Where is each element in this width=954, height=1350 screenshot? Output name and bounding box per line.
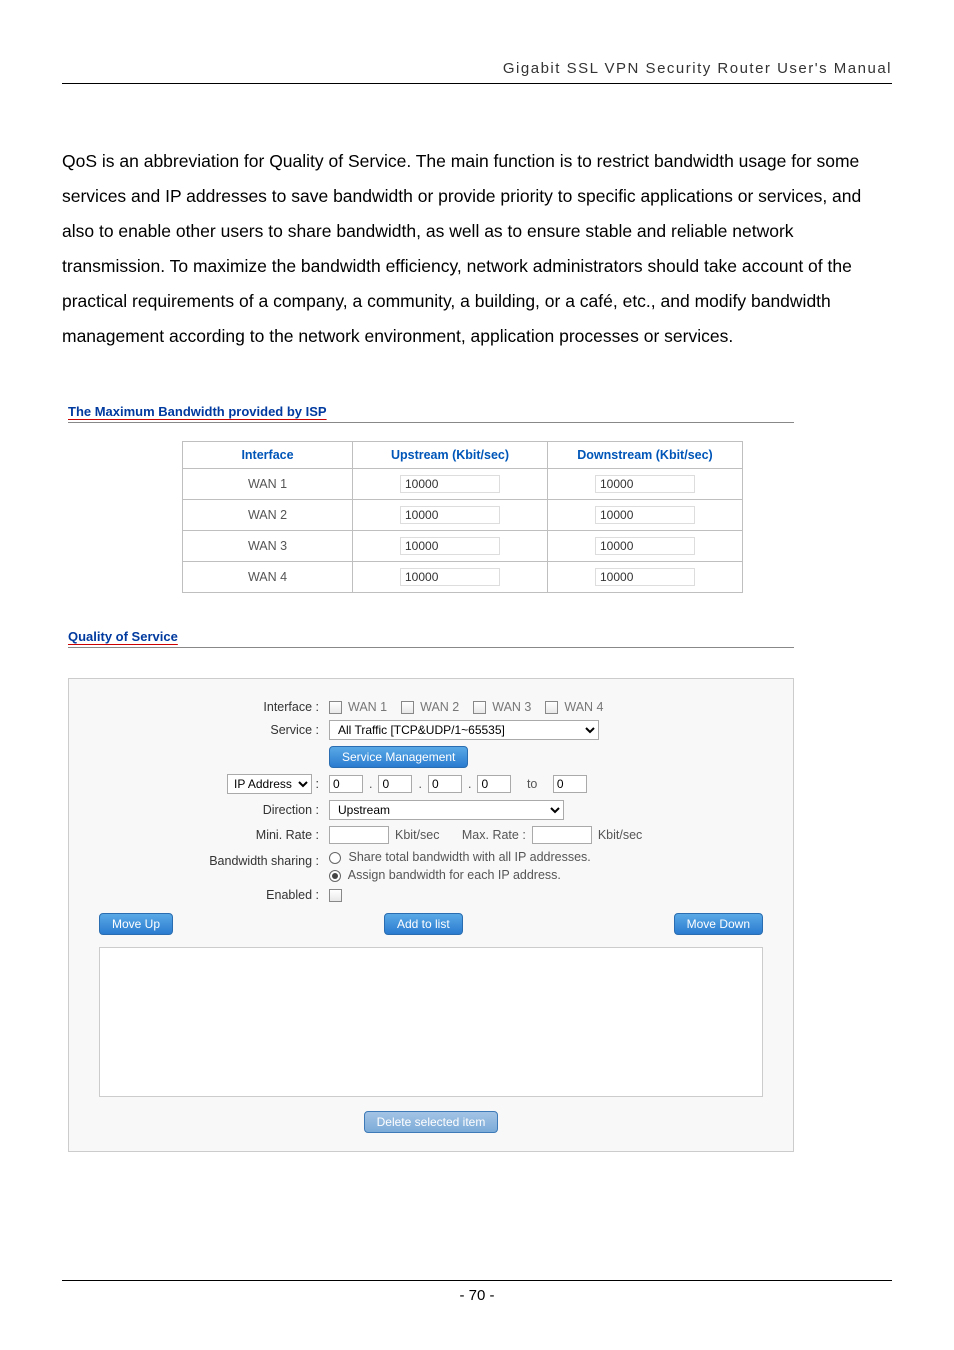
cell-interface: WAN 1 — [183, 469, 353, 500]
wan3-label: WAN 3 — [492, 700, 531, 714]
label-direction: Direction : — [69, 803, 329, 817]
cell-downstream: 10000 — [548, 469, 743, 500]
max-rate-unit: Kbit/sec — [598, 828, 642, 842]
sharing-share-radio[interactable] — [329, 852, 341, 864]
cell-downstream: 10000 — [548, 500, 743, 531]
label-ip: IP Address : — [69, 774, 329, 794]
cell-upstream: 10000 — [353, 562, 548, 593]
dot-separator: . — [418, 777, 421, 791]
cell-upstream: 10000 — [353, 500, 548, 531]
col-header-interface: Interface — [183, 442, 353, 469]
ip-to-label: to — [527, 777, 537, 791]
downstream-input[interactable]: 10000 — [595, 568, 695, 586]
mini-rate-unit: Kbit/sec — [395, 828, 439, 842]
wan1-label: WAN 1 — [348, 700, 387, 714]
ip-octet-4-input[interactable] — [477, 775, 511, 793]
ip-octet-1-input[interactable] — [329, 775, 363, 793]
dot-separator: . — [468, 777, 471, 791]
downstream-input[interactable]: 10000 — [595, 537, 695, 555]
enabled-checkbox[interactable] — [329, 889, 342, 902]
col-header-downstream: Downstream (Kbit/sec) — [548, 442, 743, 469]
move-up-button[interactable]: Move Up — [99, 913, 173, 935]
label-bandwidth-sharing: Bandwidth sharing : — [69, 850, 329, 868]
table-row: WAN 3 10000 10000 — [183, 531, 743, 562]
rules-listbox[interactable] — [99, 947, 763, 1097]
upstream-input[interactable]: 10000 — [400, 537, 500, 555]
section-title-qos: Quality of Service — [68, 629, 794, 648]
page-header: Gigabit SSL VPN Security Router User's M… — [62, 60, 892, 84]
wan1-checkbox[interactable] — [329, 701, 342, 714]
add-to-list-button[interactable]: Add to list — [384, 913, 463, 935]
wan2-checkbox[interactable] — [401, 701, 414, 714]
label-service: Service : — [69, 723, 329, 737]
label-mini-rate: Mini. Rate : — [69, 828, 329, 842]
page-footer: - 70 - — [62, 1280, 892, 1304]
cell-upstream: 10000 — [353, 469, 548, 500]
page-number: - 70 - — [459, 1287, 494, 1304]
upstream-input[interactable]: 10000 — [400, 506, 500, 524]
isp-bandwidth-table: Interface Upstream (Kbit/sec) Downstream… — [182, 441, 743, 593]
delete-selected-button[interactable]: Delete selected item — [364, 1111, 499, 1133]
table-row: WAN 2 10000 10000 — [183, 500, 743, 531]
move-down-button[interactable]: Move Down — [674, 913, 763, 935]
direction-select[interactable]: Upstream — [329, 800, 564, 820]
sharing-share-label: Share total bandwidth with all IP addres… — [348, 850, 590, 864]
sharing-assign-radio[interactable] — [329, 870, 341, 882]
sharing-assign-label: Assign bandwidth for each IP address. — [348, 868, 561, 882]
service-management-button[interactable]: Service Management — [329, 746, 468, 768]
qos-form-panel: Interface : WAN 1 WAN 2 WAN 3 WAN 4 Serv… — [68, 678, 794, 1152]
wan4-checkbox[interactable] — [545, 701, 558, 714]
section-title-qos-text: Quality of Service — [68, 629, 178, 644]
upstream-input[interactable]: 10000 — [400, 568, 500, 586]
intro-paragraph: QoS is an abbreviation for Quality of Se… — [62, 144, 892, 354]
wan4-label: WAN 4 — [564, 700, 603, 714]
ip-to-input[interactable] — [553, 775, 587, 793]
col-header-upstream: Upstream (Kbit/sec) — [353, 442, 548, 469]
cell-interface: WAN 4 — [183, 562, 353, 593]
table-row: WAN 1 10000 10000 — [183, 469, 743, 500]
cell-interface: WAN 2 — [183, 500, 353, 531]
dot-separator: . — [369, 777, 372, 791]
mini-rate-input[interactable] — [329, 826, 389, 844]
service-select[interactable]: All Traffic [TCP&UDP/1~65535] — [329, 720, 599, 740]
downstream-input[interactable]: 10000 — [595, 475, 695, 493]
cell-downstream: 10000 — [548, 562, 743, 593]
cell-interface: WAN 3 — [183, 531, 353, 562]
wan3-checkbox[interactable] — [473, 701, 486, 714]
section-title-isp-text: The Maximum Bandwidth provided by ISP — [68, 404, 327, 419]
section-title-isp: The Maximum Bandwidth provided by ISP — [68, 404, 794, 423]
cell-downstream: 10000 — [548, 531, 743, 562]
ip-octet-3-input[interactable] — [428, 775, 462, 793]
label-enabled: Enabled : — [69, 888, 329, 902]
ip-octet-2-input[interactable] — [378, 775, 412, 793]
downstream-input[interactable]: 10000 — [595, 506, 695, 524]
max-rate-input[interactable] — [532, 826, 592, 844]
ip-type-select[interactable]: IP Address — [227, 774, 312, 794]
wan2-label: WAN 2 — [420, 700, 459, 714]
cell-upstream: 10000 — [353, 531, 548, 562]
table-row: WAN 4 10000 10000 — [183, 562, 743, 593]
upstream-input[interactable]: 10000 — [400, 475, 500, 493]
label-interface: Interface : — [69, 700, 329, 714]
label-max-rate: Max. Rate : — [462, 828, 526, 842]
